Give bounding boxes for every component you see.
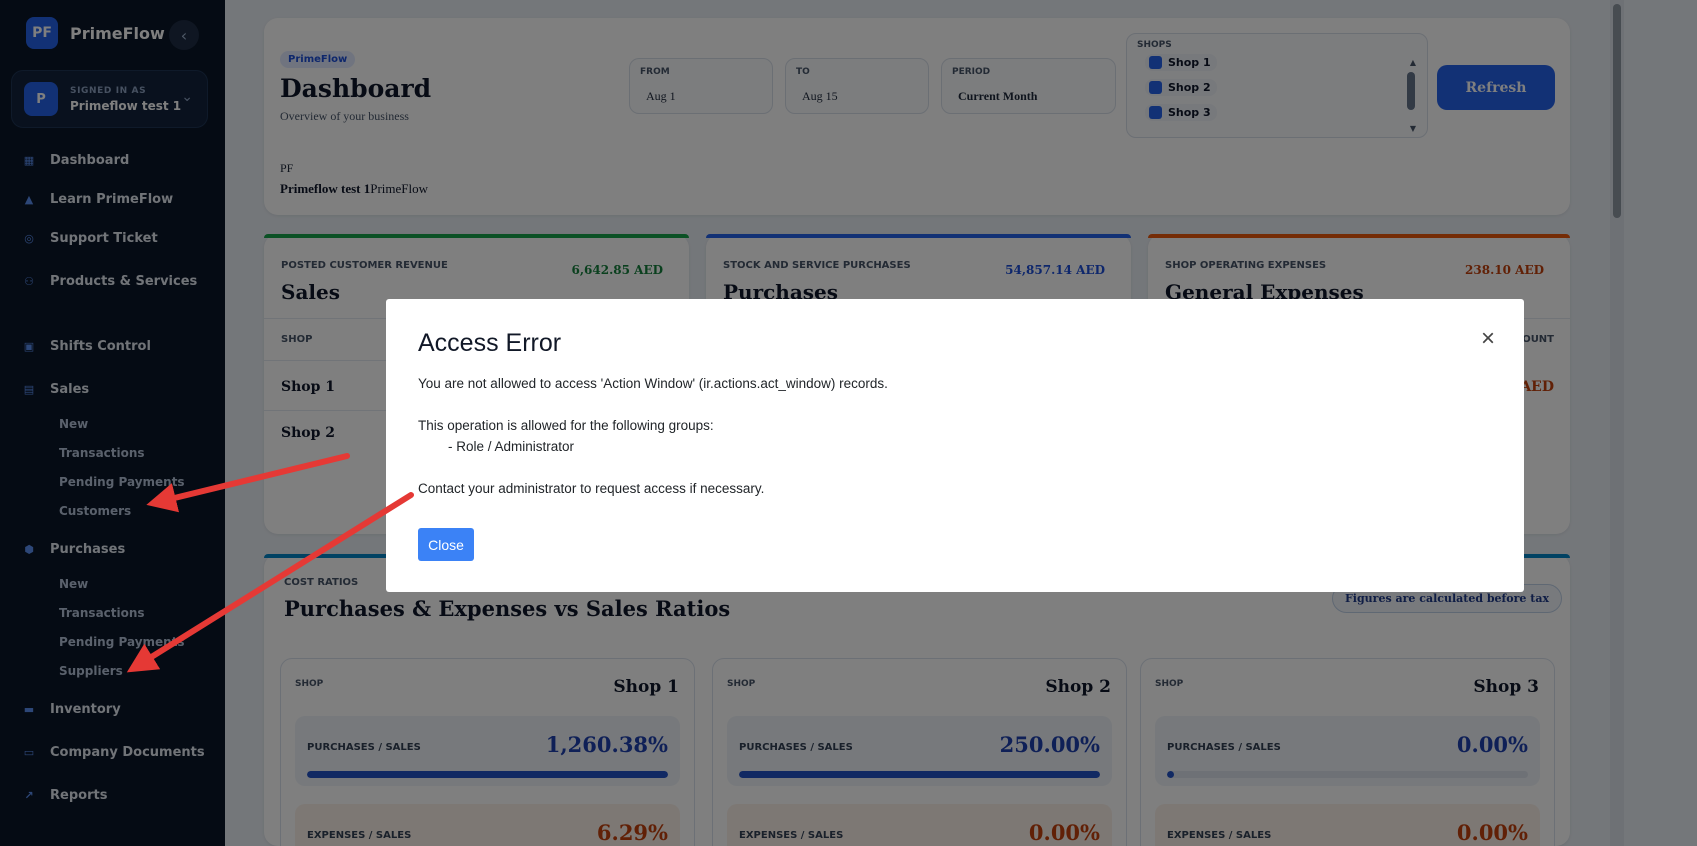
dialog-title: Access Error — [418, 329, 562, 357]
close-button[interactable]: Close — [418, 528, 474, 561]
error-line: This operation is allowed for the follow… — [418, 418, 714, 433]
error-line: Contact your administrator to request ac… — [418, 481, 765, 496]
error-line: You are not allowed to access 'Action Wi… — [418, 376, 888, 391]
error-line: - Role / Administrator — [418, 439, 575, 454]
close-icon[interactable]: × — [1476, 327, 1500, 351]
dialog-message: You are not allowed to access 'Action Wi… — [418, 373, 888, 520]
access-error-dialog: Access Error × You are not allowed to ac… — [386, 299, 1524, 592]
